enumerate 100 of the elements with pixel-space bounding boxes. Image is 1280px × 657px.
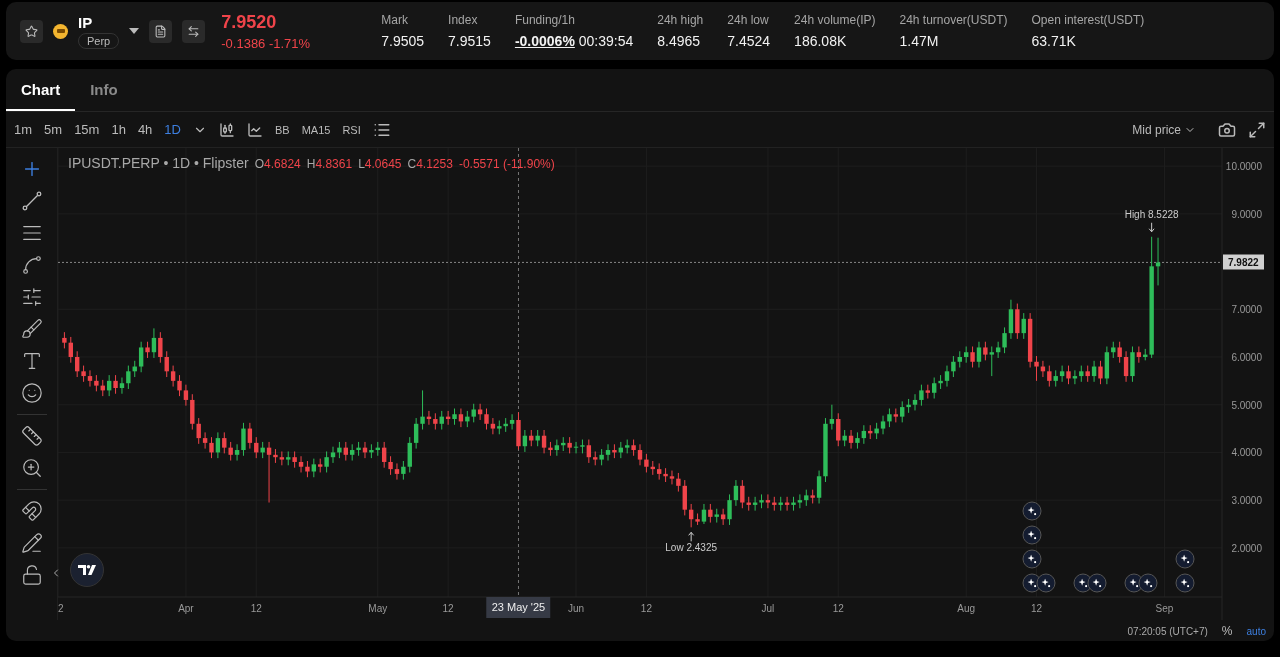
candlestick (209, 436, 214, 459)
trend-line-icon[interactable] (20, 190, 43, 212)
logo-icon[interactable] (70, 553, 104, 587)
candlestick (509, 413, 515, 431)
candlestick (202, 431, 208, 450)
swap-button[interactable] (182, 19, 206, 43)
time-axis-label: Jun (567, 602, 585, 614)
candlestick-icon[interactable] (219, 121, 235, 138)
favorite-button[interactable] (20, 19, 43, 43)
time-axis-label: Sep (1155, 602, 1174, 614)
price-axis-label: 6.0000 (1231, 351, 1262, 363)
interval-option[interactable]: 4h (137, 122, 153, 137)
candlestick (951, 355, 956, 378)
candlestick (720, 508, 726, 526)
interval-option[interactable]: 15m (74, 122, 100, 137)
stat-label: Index (448, 13, 479, 27)
expand-icon[interactable] (1248, 120, 1266, 139)
indicator-button[interactable]: BB (275, 123, 290, 136)
candlestick (912, 393, 918, 411)
candlestick (797, 493, 803, 509)
pencil-icon[interactable] (20, 532, 43, 554)
stat-value: 8.4965 (657, 33, 702, 49)
sparkle-marker-icon[interactable] (1022, 525, 1042, 545)
star-icon (25, 24, 38, 38)
sparkle-marker-icon[interactable] (1022, 549, 1042, 569)
tab[interactable]: Info (75, 69, 133, 111)
candlestick (490, 417, 496, 435)
sparkle-marker-icon[interactable] (1087, 573, 1107, 593)
ohlc-value: H4.8361 (306, 157, 353, 171)
candlestick (477, 403, 483, 421)
candlestick (126, 365, 131, 390)
sparkle-marker-icon[interactable] (1022, 501, 1042, 521)
stat-value: 1.47M (899, 33, 940, 49)
stat-label: 24h volume(IP) (794, 13, 876, 27)
indicator-button[interactable]: RSI (342, 123, 361, 136)
candlestick (420, 389, 425, 431)
candlestick (900, 400, 905, 423)
interval-option[interactable]: 1h (111, 122, 126, 137)
stat-label: 24h high (657, 13, 704, 27)
sparkle-marker-icon[interactable] (1175, 573, 1195, 593)
candlestick (573, 441, 579, 454)
candlestick (932, 377, 937, 399)
low-annotation: Low 2.4325 (665, 542, 717, 554)
candlestick (983, 341, 988, 361)
stat-label: Funding/1h (514, 13, 576, 27)
candlestick (919, 384, 924, 407)
clock-time: 07:20:05 (UTC+7) (1127, 625, 1208, 637)
magnet-icon[interactable] (20, 500, 43, 522)
zoom-in-icon[interactable] (20, 457, 43, 479)
tab[interactable]: Chart (6, 69, 76, 111)
symbol-name: IP (78, 13, 93, 31)
candlestick (848, 429, 854, 450)
stat-label: 24h low (727, 13, 770, 27)
candlestick (554, 439, 560, 457)
candlestick (669, 470, 675, 485)
camera-icon[interactable] (1218, 120, 1236, 139)
candlestick (682, 479, 687, 516)
indicator-button[interactable]: MA15 (301, 123, 331, 136)
interval-option[interactable]: 1m (14, 122, 33, 137)
candlestick (765, 493, 771, 509)
candlestick (989, 346, 994, 377)
candlestick (401, 460, 406, 481)
brush-icon[interactable] (20, 318, 43, 340)
sparkle-marker-icon[interactable] (1138, 573, 1158, 593)
ruler-icon[interactable] (20, 425, 43, 447)
candlestick (170, 365, 176, 388)
sparkle-marker-icon[interactable] (1175, 549, 1195, 569)
candlestick (1008, 299, 1014, 340)
interval-option[interactable]: 5m (44, 122, 63, 137)
percent-toggle[interactable]: % (1221, 624, 1233, 638)
candlestick (119, 377, 125, 395)
pattern-icon[interactable] (20, 254, 43, 276)
auto-scale-toggle[interactable]: auto (1246, 625, 1266, 637)
ohlc-value: L4.0645 (358, 157, 402, 171)
candlestick (740, 479, 745, 509)
interval-option[interactable]: 1D (164, 122, 181, 137)
candlestick (1098, 360, 1103, 385)
candlestick (605, 443, 611, 462)
unlock-icon[interactable] (20, 564, 43, 586)
candlestick (113, 374, 118, 395)
candlestick (1002, 326, 1007, 354)
candlestick (394, 462, 400, 481)
sparkle-marker-icon[interactable] (1036, 573, 1056, 593)
fib-levels-icon[interactable] (20, 286, 43, 308)
smiley-icon[interactable] (20, 382, 43, 404)
candlestick (676, 472, 681, 493)
candlestick (1130, 346, 1135, 383)
candlestick (222, 431, 227, 454)
dropdown-caret-icon[interactable] (129, 28, 140, 34)
candlestick (413, 417, 419, 450)
time-axis-label: Apr (178, 602, 194, 614)
stat-value: 7.9515 (448, 33, 491, 49)
candlestick (727, 493, 732, 526)
candlestick (388, 455, 393, 476)
candlestick (861, 424, 867, 445)
time-axis-label: 12 (442, 602, 454, 614)
document-button[interactable] (149, 19, 173, 43)
price-source-dropdown[interactable]: Mid price (1132, 122, 1196, 137)
stat-value: 186.08K (794, 33, 848, 49)
line-chart-icon[interactable] (247, 121, 263, 138)
